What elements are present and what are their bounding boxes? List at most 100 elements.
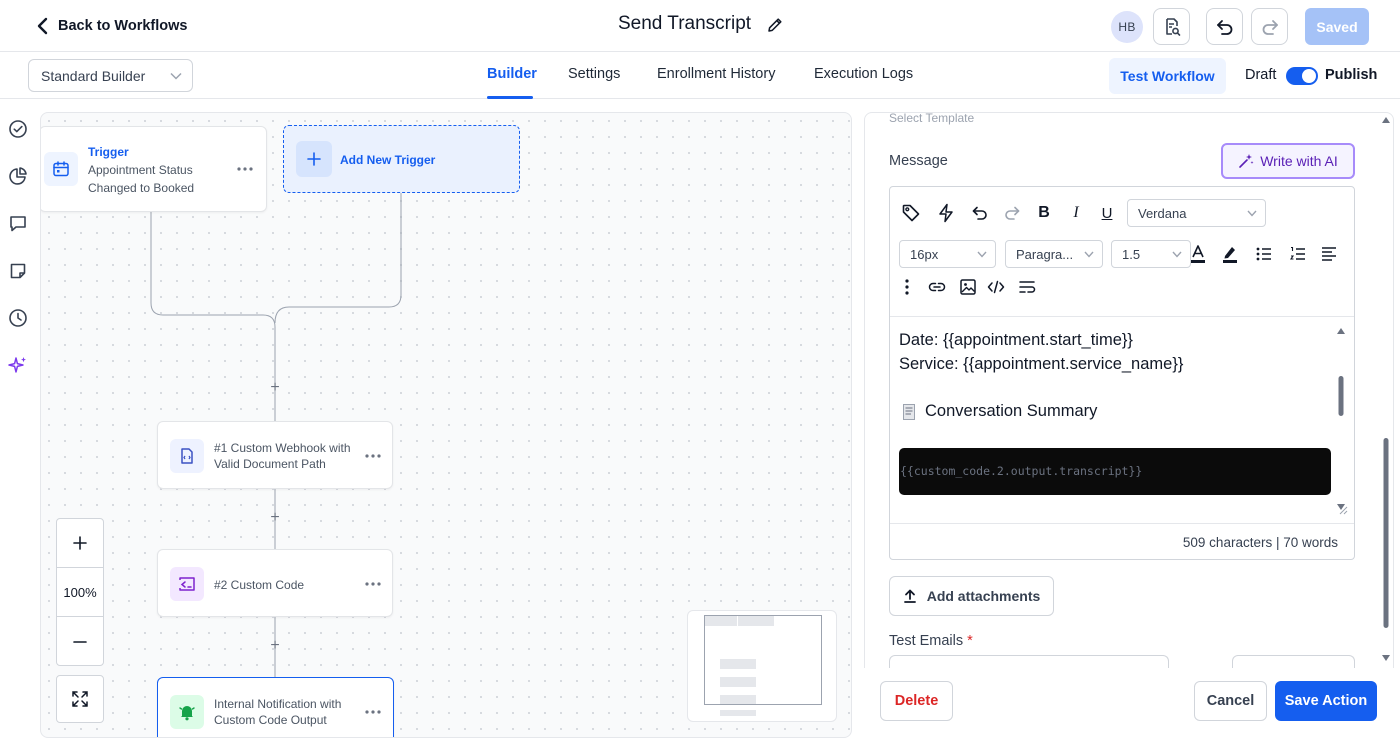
publish-toggle[interactable]	[1286, 67, 1318, 85]
save-action-button[interactable]: Save Action	[1275, 681, 1377, 721]
more-icon[interactable]	[235, 164, 255, 174]
minimap-node	[720, 659, 756, 669]
step1-line2: Valid Document Path	[214, 457, 326, 471]
workflow-title[interactable]: Send Transcript	[618, 13, 751, 35]
chevron-left-icon	[37, 17, 48, 35]
minimap-node	[738, 616, 774, 626]
chevron-down-icon	[170, 72, 182, 80]
pie-chart-icon[interactable]	[8, 166, 28, 186]
step-node-custom-code[interactable]: #2 Custom Code	[157, 549, 393, 617]
more-vertical-icon[interactable]	[896, 276, 918, 298]
delete-button[interactable]: Delete	[880, 681, 953, 721]
tab-settings[interactable]: Settings	[568, 66, 620, 82]
plus-icon	[73, 536, 87, 550]
lightning-icon[interactable]	[935, 202, 957, 224]
add-step-plus-icon[interactable]: +	[268, 638, 282, 654]
avatar[interactable]: HB	[1111, 11, 1143, 43]
sparkles-icon[interactable]	[8, 355, 28, 375]
tab-enrollment-history[interactable]: Enrollment History	[657, 66, 775, 82]
tab-execution-logs[interactable]: Execution Logs	[814, 66, 913, 82]
line-height-value: 1.5	[1122, 246, 1141, 262]
tab-builder[interactable]: Builder	[487, 66, 537, 82]
fit-view-button[interactable]	[56, 675, 104, 723]
chat-bubble-icon[interactable]	[8, 213, 28, 233]
code-icon	[170, 567, 204, 601]
font-size-select[interactable]: 16px	[899, 240, 996, 268]
italic-icon[interactable]: I	[1065, 202, 1087, 224]
required-mark: *	[967, 633, 973, 649]
top-bar: Back to Workflows Send Transcript HB Sav…	[0, 0, 1400, 52]
cancel-button[interactable]: Cancel	[1194, 681, 1267, 721]
note-icon[interactable]	[8, 261, 28, 281]
tag-icon[interactable]	[900, 202, 922, 224]
test-emails-text: Test Emails	[889, 633, 964, 649]
minimap[interactable]	[687, 610, 837, 722]
bold-icon[interactable]: B	[1033, 202, 1055, 224]
workflow-canvas[interactable]: Trigger Appointment Status Changed to Bo…	[40, 112, 852, 738]
step-node-webhook[interactable]: #1 Custom Webhook with Valid Document Pa…	[157, 421, 393, 489]
check-circle-icon[interactable]	[8, 119, 28, 139]
saved-button[interactable]: Saved	[1305, 8, 1369, 45]
content-service-line: Service: {{appointment.service_name}}	[899, 355, 1184, 373]
add-new-trigger-button[interactable]: Add New Trigger	[283, 125, 520, 193]
redo-icon[interactable]	[1001, 202, 1023, 224]
trigger-node[interactable]: Trigger Appointment Status Changed to Bo…	[41, 126, 267, 212]
zoom-out-button[interactable]	[57, 617, 103, 666]
undo-icon[interactable]	[969, 202, 991, 224]
back-to-workflows-link[interactable]: Back to Workflows	[36, 14, 187, 38]
document-search-button[interactable]	[1153, 8, 1190, 45]
add-attachments-button[interactable]: Add attachments	[889, 576, 1054, 616]
redo-button[interactable]	[1251, 8, 1288, 45]
editor-scrollbar[interactable]	[1334, 324, 1348, 514]
expand-icon	[72, 691, 88, 707]
editor-toolbar: B I U Verdana 16px Paragra... 1.5	[890, 187, 1354, 317]
step1-line1: #1 Custom Webhook with	[214, 441, 351, 455]
numbered-list-icon[interactable]	[1287, 243, 1309, 265]
redo-icon	[1262, 19, 1278, 35]
resize-handle-icon[interactable]	[1338, 505, 1348, 515]
test-workflow-button[interactable]: Test Workflow	[1109, 58, 1226, 94]
clock-icon[interactable]	[8, 308, 28, 328]
step-node-internal-notification[interactable]: Internal Notification with Custom Code O…	[157, 677, 394, 737]
pencil-icon[interactable]	[766, 16, 784, 34]
text-wrap-icon[interactable]	[1016, 276, 1038, 298]
add-step-plus-icon[interactable]: +	[268, 380, 282, 396]
chevron-down-icon	[977, 251, 987, 258]
step3-line1: Internal Notification with	[214, 697, 342, 711]
builder-mode-select[interactable]: Standard Builder	[28, 59, 193, 92]
block-format-select[interactable]: Paragra...	[1005, 240, 1103, 268]
add-step-plus-icon[interactable]: +	[268, 510, 282, 526]
toggle-knob	[1302, 69, 1316, 83]
line-height-select[interactable]: 1.5	[1111, 240, 1191, 268]
align-left-icon[interactable]	[1318, 243, 1340, 265]
calendar-icon	[44, 152, 78, 186]
minimap-node	[720, 710, 756, 716]
image-icon[interactable]	[957, 276, 979, 298]
more-icon[interactable]	[363, 579, 383, 589]
underline-icon[interactable]: U	[1096, 202, 1118, 224]
editor-content[interactable]: Date: {{appointment.start_time}} Service…	[890, 318, 1354, 523]
link-icon[interactable]	[926, 276, 948, 298]
publish-label: Publish	[1325, 67, 1378, 83]
magic-wand-icon	[1239, 154, 1254, 168]
code-view-icon[interactable]	[985, 276, 1007, 298]
text-color-icon[interactable]	[1187, 243, 1209, 265]
bell-icon	[170, 695, 204, 729]
highlight-icon[interactable]	[1219, 243, 1241, 265]
message-editor[interactable]: B I U Verdana 16px Paragra... 1.5 Date: …	[889, 186, 1355, 560]
undo-button[interactable]	[1206, 8, 1243, 45]
zoom-in-button[interactable]	[57, 519, 103, 568]
more-icon[interactable]	[363, 707, 383, 717]
step2-line1: #2 Custom Code	[214, 578, 305, 592]
font-family-select[interactable]: Verdana	[1127, 199, 1266, 227]
panel-footer: Delete Cancel Save Action	[864, 668, 1394, 738]
message-label: Message	[889, 153, 948, 169]
bullet-list-icon[interactable]	[1253, 243, 1275, 265]
zoom-controls: 100%	[56, 518, 104, 666]
document-icon	[170, 439, 204, 473]
test-emails-label: Test Emails *	[889, 633, 973, 649]
write-with-ai-button[interactable]: Write with AI	[1221, 143, 1355, 179]
more-icon[interactable]	[363, 451, 383, 461]
panel-scrollbar[interactable]	[1379, 113, 1393, 673]
draft-label: Draft	[1245, 67, 1277, 83]
